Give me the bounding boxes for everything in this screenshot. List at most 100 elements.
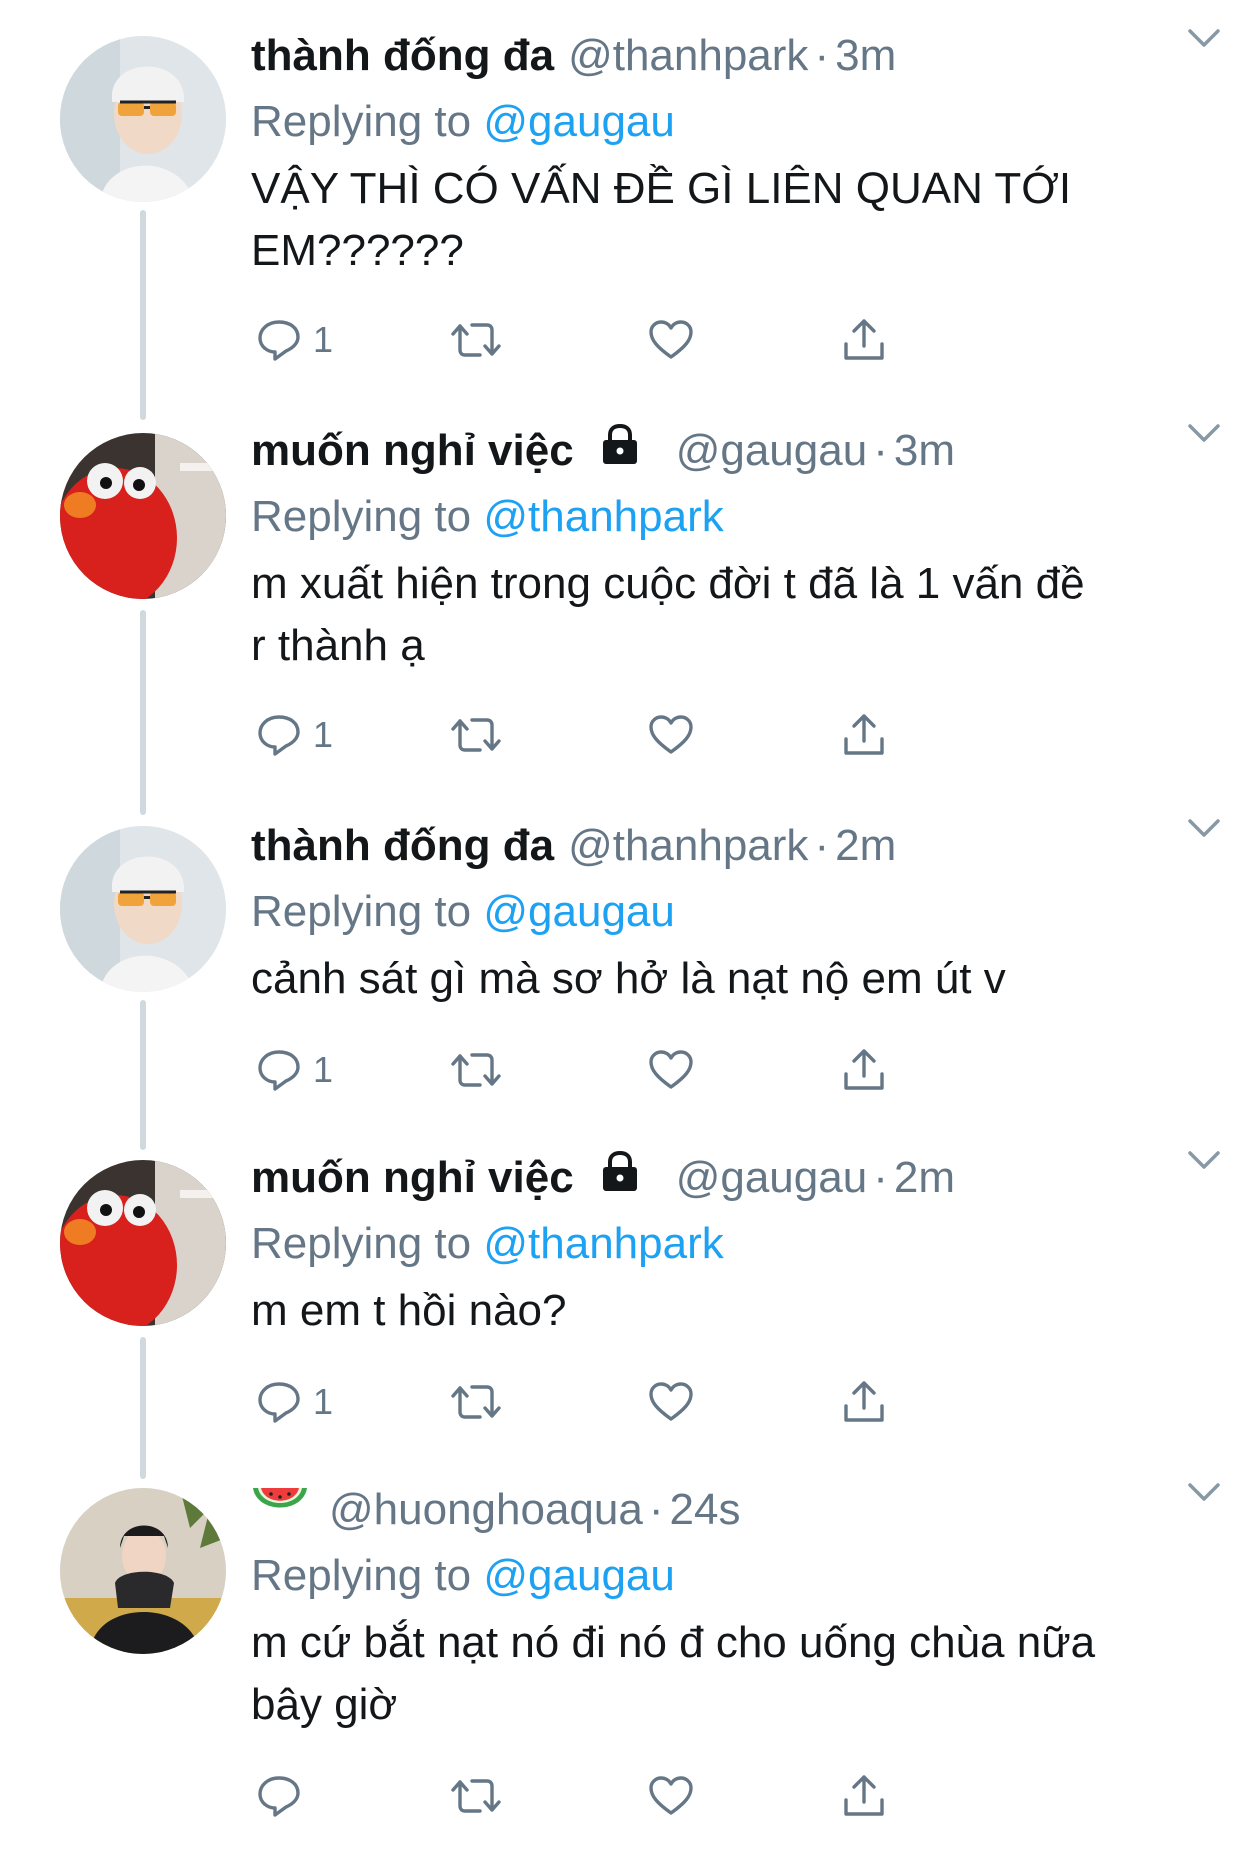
timestamp[interactable]: 2m [894, 1142, 955, 1214]
tweet[interactable]: @huonghoaqua · 24s Replying to @gaugau m… [0, 1454, 1242, 1850]
like-icon [649, 715, 693, 754]
retweet-icon [451, 1053, 501, 1087]
tweet-actions: 1 [255, 1372, 1015, 1432]
separator: · [873, 1153, 888, 1202]
tweet-text: m cứ bắt nạt nó đi nó đ cho uống chùa nữ… [251, 1618, 1096, 1729]
reply-button[interactable]: 1 [255, 1040, 333, 1100]
like-button[interactable] [647, 1766, 695, 1826]
reply-button[interactable] [255, 1766, 313, 1826]
tweet-body: @huonghoaqua · 24s Replying to @gaugau m… [251, 1474, 1194, 1736]
retweet-button[interactable] [450, 1766, 502, 1826]
chevron-down-icon[interactable] [1184, 18, 1224, 63]
share-button[interactable] [840, 1040, 888, 1100]
tweet[interactable]: thành đống đa @thanhpark · 3m Replying t… [0, 0, 1242, 420]
reply-count: 1 [313, 319, 334, 360]
timestamp[interactable]: 2m [835, 810, 896, 882]
avatar[interactable] [60, 36, 226, 202]
retweet-button[interactable] [450, 1372, 502, 1432]
tweet-actions: 1 [255, 705, 1015, 765]
reply-button[interactable]: 1 [255, 310, 333, 370]
thread-connector [140, 210, 146, 420]
share-button[interactable] [840, 310, 888, 370]
handle[interactable]: @gaugau [676, 1142, 868, 1214]
like-button[interactable] [647, 705, 695, 765]
display-name[interactable]: muốn nghỉ việc [251, 1142, 574, 1214]
share-button[interactable] [840, 705, 888, 765]
timestamp[interactable]: 24s [670, 1474, 741, 1546]
share-button[interactable] [840, 1372, 888, 1432]
retweet-button[interactable] [450, 705, 502, 765]
thread-connector [140, 610, 146, 815]
chevron-down-icon[interactable] [1184, 1472, 1224, 1517]
mention-link[interactable]: @gaugau [483, 887, 675, 936]
replying-to: Replying to @gaugau [251, 92, 1194, 152]
reply-button[interactable]: 1 [255, 705, 333, 765]
chevron-down-icon[interactable] [1184, 413, 1224, 458]
retweet-button[interactable] [450, 1040, 502, 1100]
separator: · [873, 426, 888, 475]
like-icon [649, 1776, 693, 1815]
avatar[interactable] [60, 433, 226, 599]
avatar[interactable] [60, 1488, 226, 1654]
retweet-icon [451, 718, 501, 752]
tweet-text: VẬY THÌ CÓ VẤN ĐỀ GÌ LIÊN QUAN TỚI EM???… [251, 164, 1072, 275]
replying-prefix: Replying to [251, 887, 472, 936]
avatar[interactable] [60, 1160, 226, 1326]
reply-count: 1 [313, 1049, 334, 1090]
share-icon [844, 1049, 884, 1090]
avatar-person-dark-jacket-icon [60, 1488, 226, 1654]
tweet-text: cảnh sát gì mà sơ hở là nạt nộ em út v [251, 954, 1006, 1003]
timestamp[interactable]: 3m [894, 415, 955, 487]
share-button[interactable] [840, 1766, 888, 1826]
replying-prefix: Replying to [251, 97, 472, 146]
timestamp[interactable]: 3m [835, 20, 896, 92]
display-name[interactable]: muốn nghỉ việc [251, 415, 574, 487]
reply-icon [258, 1382, 300, 1423]
like-button[interactable] [647, 1040, 695, 1100]
avatar-boy-glasses-icon [60, 826, 226, 992]
tweet-body: muốn nghỉ việc @gaugau · 3m Replying to … [251, 415, 1194, 677]
reply-icon [258, 320, 300, 361]
mention-link[interactable]: @thanhpark [483, 492, 723, 541]
handle[interactable]: @thanhpark [568, 20, 808, 92]
reply-button[interactable]: 1 [255, 1372, 333, 1432]
tweet-header: thành đống đa @thanhpark · 3m [251, 20, 1194, 92]
reply-icon [258, 1050, 300, 1091]
display-name[interactable]: thành đống đa [251, 810, 554, 882]
display-name[interactable]: thành đống đa [251, 20, 554, 92]
handle[interactable]: @gaugau [676, 415, 868, 487]
retweet-icon [451, 1779, 501, 1813]
handle[interactable]: @thanhpark [568, 810, 808, 882]
tweet-actions: 1 [255, 310, 1015, 370]
replying-prefix: Replying to [251, 492, 472, 541]
avatar[interactable] [60, 826, 226, 992]
tweet-text: m em t hồi nào? [251, 1286, 567, 1335]
tweet-header: thành đống đa @thanhpark · 2m [251, 810, 1194, 882]
like-icon [649, 1050, 693, 1089]
retweet-button[interactable] [450, 310, 502, 370]
tweet-body: muốn nghỉ việc @gaugau · 2m Replying to … [251, 1142, 1194, 1342]
replying-prefix: Replying to [251, 1219, 472, 1268]
tweet[interactable]: muốn nghỉ việc @gaugau · 2m Replying to … [0, 1122, 1242, 1479]
chevron-down-icon[interactable] [1184, 1140, 1224, 1185]
share-icon [844, 1381, 884, 1422]
replying-to: Replying to @gaugau [251, 882, 1194, 942]
lock-icon [600, 415, 640, 487]
mention-link[interactable]: @thanhpark [483, 1219, 723, 1268]
avatar-boy-glasses-icon [60, 36, 226, 202]
like-button[interactable] [647, 310, 695, 370]
like-button[interactable] [647, 1372, 695, 1432]
mention-link[interactable]: @gaugau [483, 97, 675, 146]
reply-icon [258, 1776, 300, 1817]
tweet[interactable]: thành đống đa @thanhpark · 2m Replying t… [0, 790, 1242, 1150]
replying-prefix: Replying to [251, 1551, 472, 1600]
separator: · [648, 1485, 664, 1534]
mention-link[interactable]: @gaugau [483, 1551, 675, 1600]
tweet-header: muốn nghỉ việc @gaugau · 2m [251, 1142, 1194, 1214]
chevron-down-icon[interactable] [1184, 808, 1224, 853]
avatar-red-puppet-icon [60, 1160, 226, 1326]
reply-count: 1 [313, 714, 334, 755]
tweet[interactable]: muốn nghỉ việc @gaugau · 3m Replying to … [0, 395, 1242, 815]
like-icon [649, 320, 693, 359]
handle[interactable]: @huonghoaqua [329, 1474, 643, 1546]
